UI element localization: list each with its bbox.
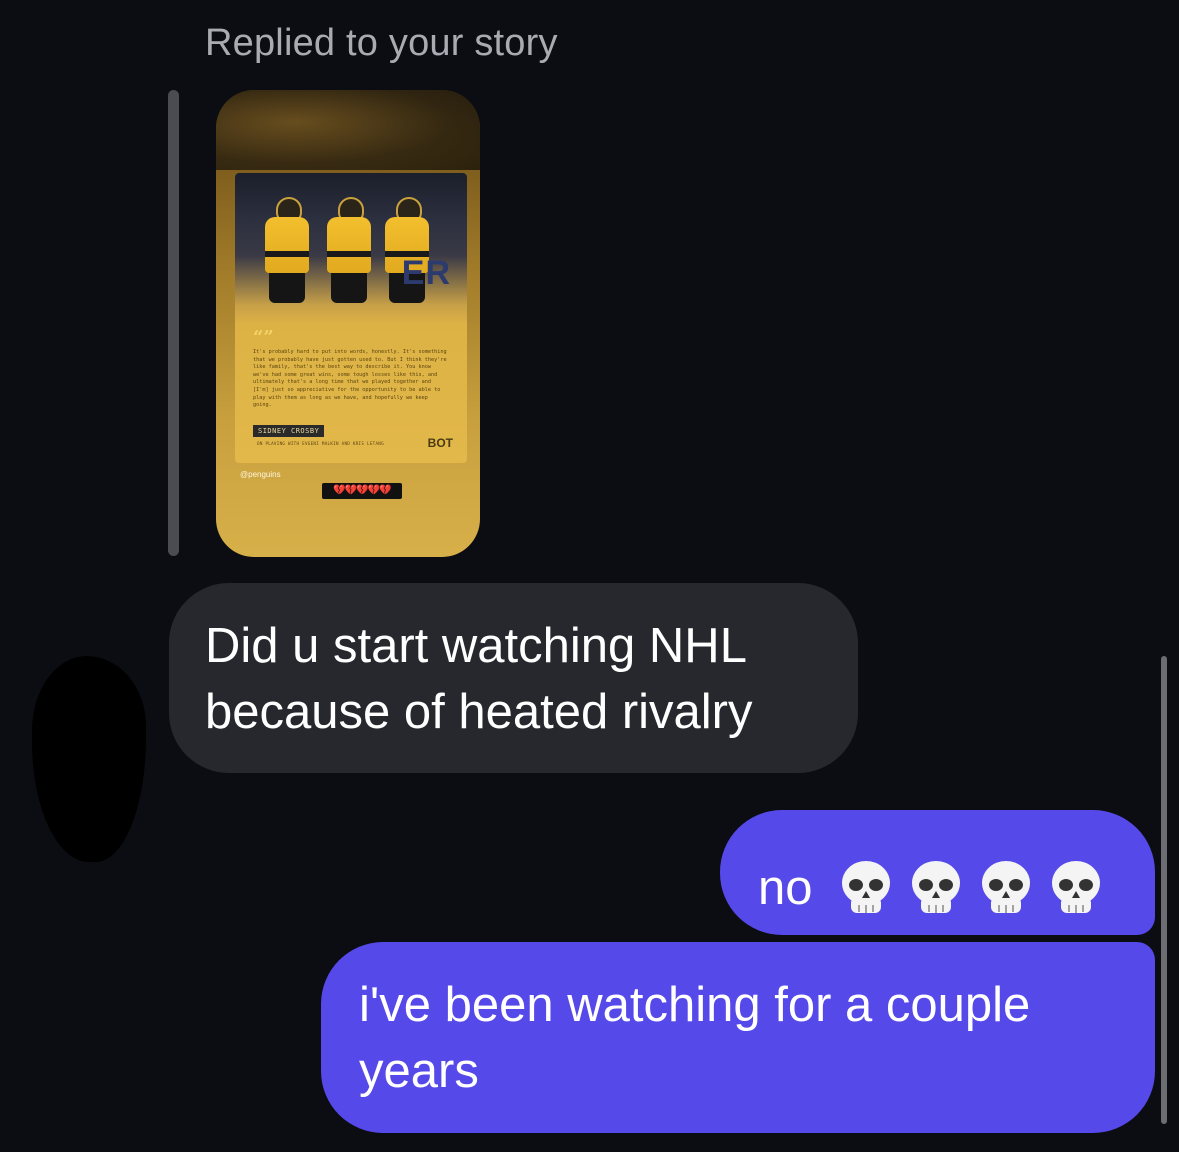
message-bubble-outgoing[interactable]: no xyxy=(720,810,1155,935)
brand-logo: BOT xyxy=(427,436,453,450)
story-blurred-background xyxy=(216,90,480,170)
message-text: i've been watching for a couple years xyxy=(359,978,1031,1098)
story-quote: It's probably hard to put into words, ho… xyxy=(253,349,447,409)
avatar[interactable] xyxy=(32,656,146,862)
story-preview[interactable]: ER “” It's probably hard to put into wor… xyxy=(216,90,480,557)
story-reaction-hearts: 💔💔💔💔💔 xyxy=(322,483,402,499)
skull-icon xyxy=(981,860,1030,913)
skull-icon xyxy=(911,860,960,913)
message-text: no xyxy=(758,860,813,915)
story-handle: @penguins xyxy=(240,470,281,479)
story-photo: ER xyxy=(235,173,467,323)
player-figure xyxy=(327,193,371,305)
quote-mark: “” xyxy=(253,327,274,348)
skull-icon xyxy=(841,860,890,913)
speaker-subline: ON PLAVING WITH EVGENI MALKIN AND KRIS L… xyxy=(257,441,384,446)
speaker-name-tag: SIDNEY CROSBY xyxy=(253,425,325,437)
story-graphic: ER “” It's probably hard to put into wor… xyxy=(235,173,467,463)
message-bubble-incoming[interactable]: Did u start watching NHL because of heat… xyxy=(169,583,858,773)
message-bubble-outgoing[interactable]: i've been watching for a couple years xyxy=(321,942,1155,1133)
message-text: Did u start watching NHL because of heat… xyxy=(205,619,753,739)
scrollbar[interactable] xyxy=(1161,656,1167,1124)
reply-header: Replied to your story xyxy=(205,22,558,64)
reply-quote-bar xyxy=(168,90,179,556)
skull-icon xyxy=(1051,860,1100,913)
arena-board-text: ER xyxy=(401,254,451,292)
player-figure xyxy=(265,193,309,305)
